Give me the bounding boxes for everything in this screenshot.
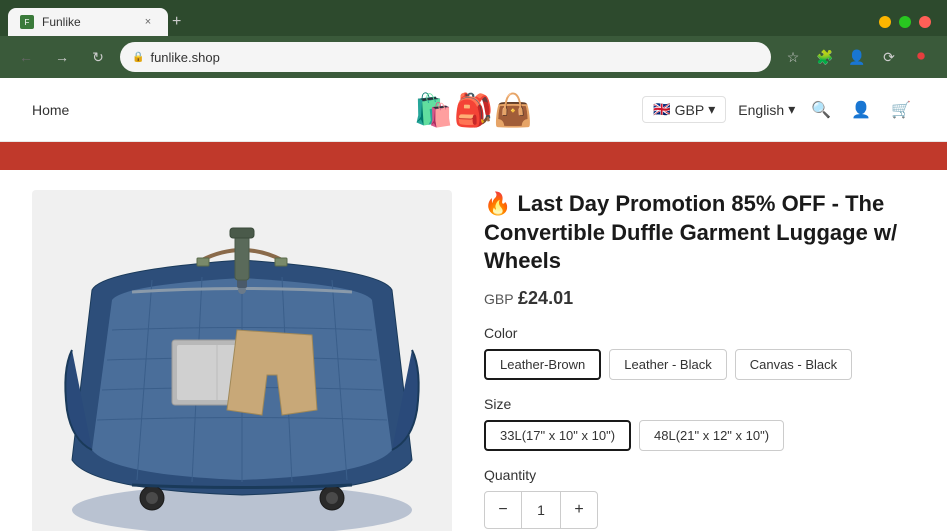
back-btn[interactable]: ← [12, 43, 40, 71]
price-amount: £24.01 [518, 288, 573, 308]
quantity-value: 1 [521, 492, 561, 528]
currency-label: GBP [675, 102, 705, 118]
size-label: Size [484, 396, 915, 412]
address-bar[interactable]: 🔒 funlike.shop [120, 42, 771, 72]
more-btn[interactable]: ⏺ [907, 43, 935, 71]
quantity-control: − 1 + [484, 491, 598, 529]
size-option-48l[interactable]: 48L(21" x 12" x 10") [639, 420, 784, 451]
color-label: Color [484, 325, 915, 341]
tab-title: Funlike [42, 15, 132, 29]
tab-favicon: F [20, 15, 34, 29]
product-image-area [32, 190, 452, 531]
language-label: English [738, 102, 784, 118]
currency-arrow: ▾ [708, 101, 715, 118]
refresh-btn[interactable]: ↻ [84, 43, 112, 71]
quantity-label: Quantity [484, 467, 915, 483]
window-maximize-btn[interactable] [899, 16, 911, 28]
size-option-33l[interactable]: 33L(17" x 10" x 10") [484, 420, 631, 451]
quantity-increase-btn[interactable]: + [561, 492, 597, 528]
logo-icon: 🛍️🎒👜 [414, 91, 534, 129]
color-section: Color Leather-Brown Leather - Black Canv… [484, 325, 915, 380]
header-right: 🇬🇧 GBP ▾ English ▾ 🔍 👤 🛒 [642, 96, 915, 124]
account-btn[interactable]: 👤 [847, 96, 875, 124]
language-selector[interactable]: English ▾ [738, 101, 795, 118]
window-close-btn[interactable] [919, 16, 931, 28]
promo-banner [0, 142, 947, 170]
home-link[interactable]: Home [32, 102, 69, 118]
tab-close-btn[interactable]: × [140, 14, 156, 30]
new-tab-btn[interactable]: + [168, 9, 185, 35]
forward-btn[interactable]: → [48, 43, 76, 71]
browser-chrome: F Funlike × + ← → ↻ 🔒 funlike.shop ☆ [0, 0, 947, 78]
size-options: 33L(17" x 10" x 10") 48L(21" x 12" x 10"… [484, 420, 915, 451]
product-title: 🔥 Last Day Promotion 85% OFF - The Conve… [484, 190, 915, 276]
product-price: GBP £24.01 [484, 288, 915, 309]
bookmark-btn[interactable]: ☆ [779, 43, 807, 71]
language-arrow: ▾ [788, 101, 795, 118]
color-option-leather-black[interactable]: Leather - Black [609, 349, 726, 380]
currency-flag: 🇬🇧 [653, 101, 670, 118]
color-options: Leather-Brown Leather - Black Canvas - B… [484, 349, 915, 380]
site-logo: 🛍️🎒👜 [414, 91, 534, 129]
currency-selector[interactable]: 🇬🇧 GBP ▾ [642, 96, 726, 123]
search-btn[interactable]: 🔍 [807, 96, 835, 124]
size-section: Size 33L(17" x 10" x 10") 48L(21" x 12" … [484, 396, 915, 451]
product-image [52, 210, 432, 531]
ssl-icon: 🔒 [132, 52, 144, 63]
quantity-decrease-btn[interactable]: − [485, 492, 521, 528]
quantity-section: Quantity − 1 + [484, 467, 915, 529]
browser-toolbar: ← → ↻ 🔒 funlike.shop ☆ 🧩 👤 ⟳ ⏺ [0, 36, 947, 78]
toolbar-icons: ☆ 🧩 👤 ⟳ ⏺ [779, 43, 935, 71]
address-text: funlike.shop [150, 50, 759, 65]
extensions-btn[interactable]: 🧩 [811, 43, 839, 71]
profile-btn[interactable]: 👤 [843, 43, 871, 71]
color-option-canvas-black[interactable]: Canvas - Black [735, 349, 852, 380]
window-minimize-btn[interactable] [879, 16, 891, 28]
browser-tab[interactable]: F Funlike × [8, 8, 168, 36]
site-header: Home 🛍️🎒👜 🇬🇧 GBP ▾ English ▾ 🔍 👤 🛒 [0, 78, 947, 142]
product-info: 🔥 Last Day Promotion 85% OFF - The Conve… [484, 190, 915, 531]
cart-btn[interactable]: 🛒 [887, 96, 915, 124]
sync-btn[interactable]: ⟳ [875, 43, 903, 71]
price-currency-label: GBP [484, 291, 514, 307]
page-content: Home 🛍️🎒👜 🇬🇧 GBP ▾ English ▾ 🔍 👤 🛒 [0, 78, 947, 531]
product-section: 🔥 Last Day Promotion 85% OFF - The Conve… [0, 170, 947, 531]
color-option-leather-brown[interactable]: Leather-Brown [484, 349, 601, 380]
